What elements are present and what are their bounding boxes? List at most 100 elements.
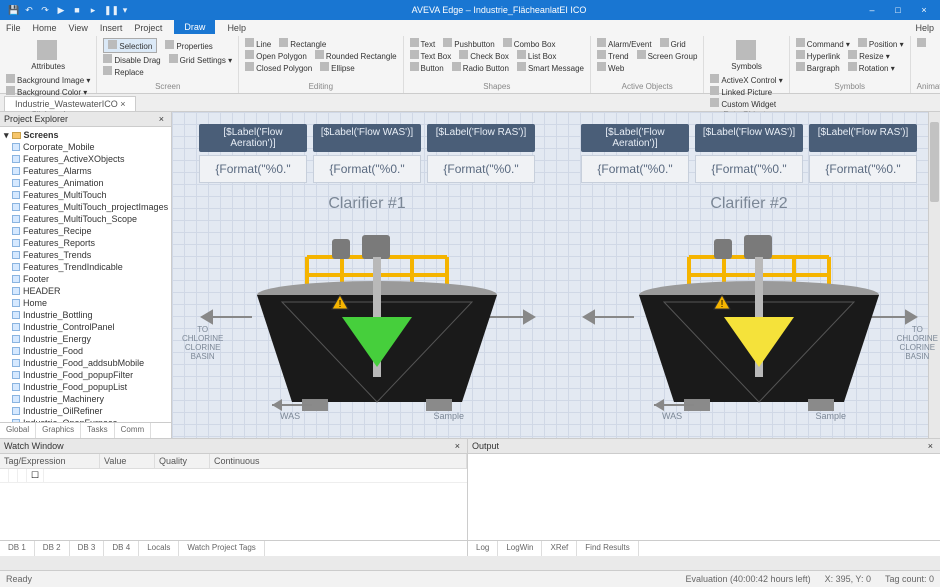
ribbon-item[interactable] — [917, 38, 928, 49]
ribbon-item[interactable]: Check Box — [459, 50, 509, 61]
ribbon-item[interactable]: Smart Message — [517, 62, 584, 73]
tag-label[interactable]: [$Label('Flow WAS')] — [313, 124, 421, 152]
ribbon-item[interactable]: Properties — [165, 40, 212, 51]
tree-item[interactable]: Features_TrendIndicable — [0, 261, 171, 273]
watch-tab[interactable]: DB 4 — [104, 541, 139, 556]
tree-item[interactable]: Home — [0, 297, 171, 309]
maximize-button[interactable]: □ — [886, 5, 910, 15]
output-tab[interactable]: LogWin — [498, 541, 542, 556]
ribbon-item[interactable]: Line — [245, 38, 271, 49]
tree-item[interactable]: Industrie_Machinery — [0, 393, 171, 405]
value-display[interactable]: {Format("%0." — [199, 155, 307, 183]
tab-insert[interactable]: Insert — [100, 23, 123, 33]
close-button[interactable]: × — [912, 5, 936, 15]
ribbon-item[interactable]: Grid — [660, 38, 686, 49]
explorer-tab[interactable]: Tasks — [81, 423, 114, 438]
qat-pause-icon[interactable]: ❚❚ — [104, 5, 114, 16]
tree-root[interactable]: ▾ Screens — [0, 129, 171, 141]
tab-project[interactable]: Project — [134, 23, 162, 33]
explorer-tab[interactable]: Global — [0, 423, 36, 438]
ribbon-item[interactable]: Web — [597, 62, 624, 73]
panel-close-icon[interactable]: × — [452, 441, 463, 451]
explorer-tab[interactable]: Graphics — [36, 423, 81, 438]
design-canvas[interactable]: [$Label('Flow Aeration')][$Label('Flow W… — [172, 112, 940, 438]
tab-help[interactable]: Help — [915, 23, 934, 33]
ribbon-item[interactable]: Screen Group — [637, 50, 698, 61]
ribbon-item[interactable]: Closed Polygon — [245, 62, 312, 73]
ribbon-item[interactable]: Ellipse — [320, 62, 355, 73]
watch-tab[interactable]: DB 3 — [70, 541, 105, 556]
ribbon-item[interactable]: Trend — [597, 50, 629, 61]
output-body[interactable] — [468, 454, 940, 540]
tree-item[interactable]: Features_MultiTouch — [0, 189, 171, 201]
tree-item[interactable]: Features_MultiTouch_projectImages — [0, 201, 171, 213]
tree-item[interactable]: Corporate_Mobile — [0, 141, 171, 153]
watch-tab[interactable]: Watch Project Tags — [179, 541, 264, 556]
tab-file[interactable]: File — [6, 23, 21, 33]
tree-item[interactable]: Industrie_Food_popupList — [0, 381, 171, 393]
ribbon-item[interactable]: ActiveX Control ▾ — [710, 74, 782, 85]
ribbon-item[interactable]: Rotation ▾ — [848, 62, 895, 73]
minimize-button[interactable]: – — [860, 5, 884, 15]
ribbon-item[interactable]: Custom Widget — [710, 98, 776, 109]
ribbon-item[interactable]: Radio Button — [452, 62, 509, 73]
watch-col-quality[interactable]: Quality — [155, 454, 210, 468]
ribbon-item[interactable]: Resize ▾ — [848, 50, 890, 61]
tree-item[interactable]: Features_Trends — [0, 249, 171, 261]
panel-close-icon[interactable]: × — [925, 441, 936, 451]
tree-item[interactable]: Industrie_Bottling — [0, 309, 171, 321]
value-display[interactable]: {Format("%0." — [809, 155, 917, 183]
ribbon-item[interactable]: Grid Settings ▾ — [169, 54, 232, 65]
watch-col-continuous[interactable]: Continuous — [210, 454, 467, 468]
ribbon-item[interactable]: Rounded Rectangle — [315, 50, 397, 61]
qat-stop-icon[interactable]: ■ — [72, 5, 82, 16]
ribbon-item[interactable]: Linked Picture — [710, 86, 772, 97]
tree-item[interactable]: Features_ActiveXObjects — [0, 153, 171, 165]
tree-item[interactable]: Industrie_Food — [0, 345, 171, 357]
clarifier-group[interactable]: [$Label('Flow Aeration')][$Label('Flow W… — [182, 124, 552, 427]
ribbon-item[interactable]: Command ▾ — [796, 38, 850, 49]
ribbon-item[interactable]: Position ▾ — [858, 38, 904, 49]
qat-save-icon[interactable]: 💾 — [8, 5, 18, 16]
ribbon-item[interactable]: Pushbutton — [443, 38, 494, 49]
tag-label[interactable]: [$Label('Flow WAS')] — [695, 124, 803, 152]
tree-item[interactable]: Industrie_Energy — [0, 333, 171, 345]
value-display[interactable]: {Format("%0." — [695, 155, 803, 183]
tree-item[interactable]: Features_Animation — [0, 177, 171, 189]
tree-item[interactable]: Features_Recipe — [0, 225, 171, 237]
ribbon-item[interactable]: Button — [410, 62, 444, 73]
explorer-tab[interactable]: Comm — [115, 423, 152, 438]
output-tab[interactable]: XRef — [542, 541, 577, 556]
ribbon-item[interactable]: Alarm/Event — [597, 38, 652, 49]
tag-label[interactable]: [$Label('Flow Aeration')] — [581, 124, 689, 152]
ribbon-item[interactable]: Background Image ▾ — [6, 74, 90, 85]
tag-label[interactable]: [$Label('Flow RAS')] — [427, 124, 535, 152]
tree-item[interactable]: Industrie_Food_addsubMobile — [0, 357, 171, 369]
ribbon-big-button[interactable]: Symbols — [710, 38, 782, 73]
tab-help-left[interactable]: Help — [227, 23, 246, 33]
ribbon-item[interactable]: Open Polygon — [245, 50, 307, 61]
clarifier-group[interactable]: [$Label('Flow Aeration')][$Label('Flow W… — [564, 124, 934, 427]
tree-item[interactable]: Features_Reports — [0, 237, 171, 249]
output-tab[interactable]: Log — [468, 541, 498, 556]
ribbon-item[interactable]: Rectangle — [279, 38, 326, 49]
watch-tab[interactable]: DB 2 — [35, 541, 70, 556]
ribbon-item[interactable]: Text Box — [410, 50, 452, 61]
value-display[interactable]: {Format("%0." — [581, 155, 689, 183]
ribbon-item[interactable]: Bargraph — [796, 62, 840, 73]
ribbon-item[interactable]: Disable Drag — [103, 54, 160, 65]
ribbon-item[interactable]: Hyperlink — [796, 50, 840, 61]
tree-item[interactable]: HEADER — [0, 285, 171, 297]
tree-item[interactable]: Industrie_ControlPanel — [0, 321, 171, 333]
watch-grid[interactable]: Tag/Expression Value Quality Continuous … — [0, 454, 467, 540]
output-tab[interactable]: Find Results — [577, 541, 638, 556]
ribbon-item[interactable]: Combo Box — [503, 38, 556, 49]
tree-item[interactable]: Footer — [0, 273, 171, 285]
tab-home[interactable]: Home — [33, 23, 57, 33]
panel-close-icon[interactable]: × — [156, 114, 167, 124]
tree-item[interactable]: Features_Alarms — [0, 165, 171, 177]
watch-tab[interactable]: DB 1 — [0, 541, 35, 556]
tree-item[interactable]: Industrie_OilRefiner — [0, 405, 171, 417]
watch-col-value[interactable]: Value — [100, 454, 155, 468]
document-tab[interactable]: Industrie_WastewaterICO × — [4, 96, 136, 111]
